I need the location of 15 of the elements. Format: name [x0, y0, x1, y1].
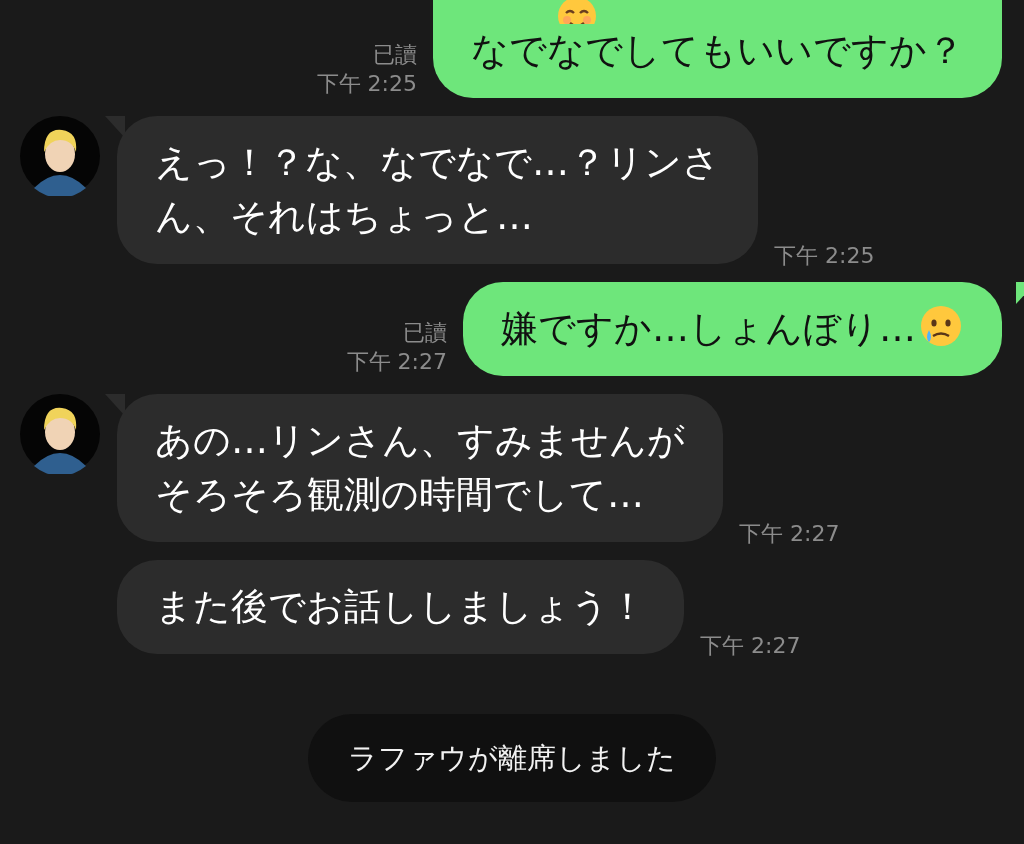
- timestamp: 下午 2:27: [700, 632, 801, 660]
- timestamp: 下午 2:27: [346, 348, 447, 376]
- timestamp: 下午 2:25: [316, 70, 417, 98]
- timestamp: 下午 2:25: [774, 242, 875, 270]
- timestamp: 下午 2:27: [739, 520, 840, 548]
- message-bubble: また後でお話ししましょう！: [117, 560, 684, 654]
- avatar[interactable]: [20, 394, 100, 474]
- read-receipt: 已讀: [372, 41, 417, 69]
- avatar[interactable]: [20, 116, 100, 196]
- message-bubble: えっ！？な、なでなで…？リンさ ん、それはちょっと…: [117, 116, 758, 264]
- message-bubble: 嫌ですか…しょんぼり…: [463, 282, 1002, 376]
- read-receipt: 已讀: [402, 319, 447, 347]
- message-bubble: なでなでしてもいいですか？: [433, 0, 1002, 98]
- message-bubble: あの…リンさん、すみませんが そろそろ観測の時間でして…: [117, 394, 723, 542]
- system-notice: ラファウが離席しました: [308, 714, 716, 802]
